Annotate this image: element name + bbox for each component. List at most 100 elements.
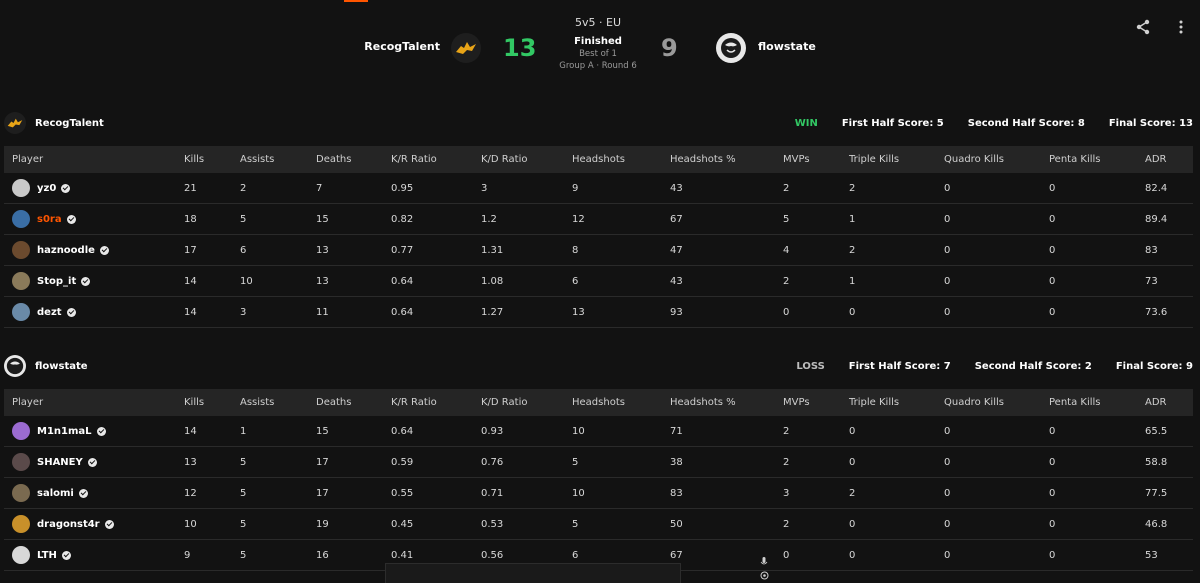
bottom-overlay-bar[interactable] <box>385 563 681 583</box>
column-header[interactable]: ADR <box>1145 389 1193 416</box>
player-cell: haznoodle <box>4 234 184 266</box>
stat-cell: 0 <box>1049 296 1145 328</box>
player-row[interactable]: dezt 14 3 11 0.64 1.27 13 93 0 0 0 0 73.6 <box>4 296 1193 328</box>
column-header[interactable]: MVPs <box>783 146 849 173</box>
stat-cell: 0.82 <box>391 203 481 235</box>
team-a-name[interactable]: RecogTalent <box>364 40 440 53</box>
stat-cell: 83 <box>670 477 783 509</box>
player-name[interactable]: s0ra <box>37 214 62 225</box>
stat-cell: 0 <box>1049 173 1145 204</box>
player-row[interactable]: s0ra 18 5 15 0.82 1.2 12 67 5 1 0 0 89.4 <box>4 203 1193 235</box>
stat-cell: 2 <box>783 173 849 204</box>
match-status: Finished <box>574 36 622 47</box>
player-name[interactable]: salomi <box>37 488 74 499</box>
player-name[interactable]: dezt <box>37 307 62 318</box>
team-a-final: Final Score: 13 <box>1108 117 1193 129</box>
column-header[interactable]: Headshots <box>572 146 670 173</box>
column-header[interactable]: K/R Ratio <box>391 146 481 173</box>
column-header[interactable]: Kills <box>184 389 240 416</box>
stat-cell: 0 <box>849 539 944 571</box>
avatar[interactable] <box>12 210 30 228</box>
microphone-icon[interactable] <box>760 557 768 570</box>
column-header[interactable]: ADR <box>1145 146 1193 173</box>
team-a-logo[interactable] <box>451 33 481 63</box>
avatar[interactable] <box>12 422 30 440</box>
team-b-label[interactable]: flowstate <box>35 361 88 372</box>
player-name[interactable]: Stop_it <box>37 276 76 287</box>
stat-cell: 6 <box>572 265 670 297</box>
column-header[interactable]: K/D Ratio <box>481 146 572 173</box>
stat-cell: 0 <box>944 173 1049 204</box>
stat-cell: 0.71 <box>481 477 572 509</box>
player-row[interactable]: SHANEY 13 5 17 0.59 0.76 5 38 2 0 0 0 58.8 <box>4 446 1193 478</box>
stat-cell: 0.53 <box>481 508 572 540</box>
stat-cell: 1 <box>849 203 944 235</box>
column-header[interactable]: Deaths <box>316 146 391 173</box>
column-header[interactable]: Quadro Kills <box>944 146 1049 173</box>
column-header[interactable]: Triple Kills <box>849 389 944 416</box>
stat-cell: 0 <box>849 508 944 540</box>
avatar[interactable] <box>12 515 30 533</box>
team-b-second-half: Second Half Score: 2 <box>974 360 1092 372</box>
stat-cell: 0.64 <box>391 296 481 328</box>
stat-cell: 12 <box>184 477 240 509</box>
stat-cell: 8 <box>572 234 670 266</box>
avatar[interactable] <box>12 546 30 564</box>
team-b-final: Final Score: 9 <box>1115 360 1193 372</box>
column-header[interactable]: Penta Kills <box>1049 146 1145 173</box>
stat-cell: 5 <box>783 203 849 235</box>
column-header[interactable]: K/R Ratio <box>391 389 481 416</box>
column-header[interactable]: Headshots % <box>670 146 783 173</box>
column-header[interactable]: Kills <box>184 146 240 173</box>
column-header[interactable]: Player <box>4 389 184 416</box>
column-header[interactable]: Player <box>4 146 184 173</box>
column-header[interactable]: Triple Kills <box>849 146 944 173</box>
column-header[interactable]: Assists <box>240 389 316 416</box>
column-header[interactable]: Headshots <box>572 389 670 416</box>
player-row[interactable]: yz0 21 2 7 0.95 3 9 43 2 2 0 0 82.4 <box>4 173 1193 204</box>
avatar[interactable] <box>12 453 30 471</box>
team-a-section: RecogTalent WIN First Half Score: 5 Seco… <box>4 110 1193 328</box>
avatar[interactable] <box>12 484 30 502</box>
player-name[interactable]: M1n1maL <box>37 426 92 437</box>
match-info: 5v5 · EU Finished Best of 1 Group A · Ro… <box>548 16 648 71</box>
target-icon[interactable] <box>760 571 769 583</box>
verified-check-icon <box>81 276 91 286</box>
stat-cell: 12 <box>572 203 670 235</box>
player-row[interactable]: haznoodle 17 6 13 0.77 1.31 8 47 4 2 0 0 83 <box>4 234 1193 266</box>
stat-cell: 83 <box>1145 234 1193 266</box>
column-header[interactable]: Headshots % <box>670 389 783 416</box>
player-name[interactable]: haznoodle <box>37 245 95 256</box>
avatar[interactable] <box>12 272 30 290</box>
verified-check-icon <box>78 488 88 498</box>
team-b-name[interactable]: flowstate <box>758 40 816 53</box>
player-name[interactable]: yz0 <box>37 183 56 194</box>
column-header[interactable]: Penta Kills <box>1049 389 1145 416</box>
stat-cell: 13 <box>572 296 670 328</box>
player-name[interactable]: SHANEY <box>37 457 83 468</box>
player-name[interactable]: LTH <box>37 550 57 561</box>
player-row[interactable]: dragonst4r 10 5 19 0.45 0.53 5 50 2 0 0 0 46.8 <box>4 508 1193 540</box>
stat-cell: 0 <box>944 265 1049 297</box>
column-header[interactable]: Quadro Kills <box>944 389 1049 416</box>
player-row[interactable]: salomi 12 5 17 0.55 0.71 10 83 3 2 0 0 77.5 <box>4 477 1193 509</box>
team-a-label[interactable]: RecogTalent <box>35 118 104 129</box>
team-b-logo[interactable] <box>716 33 746 63</box>
stat-cell: 2 <box>849 234 944 266</box>
player-row[interactable]: Stop_it 14 10 13 0.64 1.08 6 43 2 1 0 0 73 <box>4 265 1193 297</box>
team-a-bar: RecogTalent WIN First Half Score: 5 Seco… <box>4 110 1193 136</box>
stat-cell: 0.95 <box>391 173 481 204</box>
stat-cell: 93 <box>670 296 783 328</box>
column-header[interactable]: K/D Ratio <box>481 389 572 416</box>
avatar[interactable] <box>12 241 30 259</box>
column-header[interactable]: Deaths <box>316 389 391 416</box>
stat-cell: 0 <box>944 508 1049 540</box>
column-header[interactable]: MVPs <box>783 389 849 416</box>
player-row[interactable]: M1n1maL 14 1 15 0.64 0.93 10 71 2 0 0 0 65.5 <box>4 416 1193 447</box>
avatar[interactable] <box>12 179 30 197</box>
stat-cell: 0.64 <box>391 265 481 297</box>
avatar[interactable] <box>12 303 30 321</box>
column-header[interactable]: Assists <box>240 146 316 173</box>
stat-cell: 0 <box>1049 446 1145 478</box>
player-name[interactable]: dragonst4r <box>37 519 100 530</box>
